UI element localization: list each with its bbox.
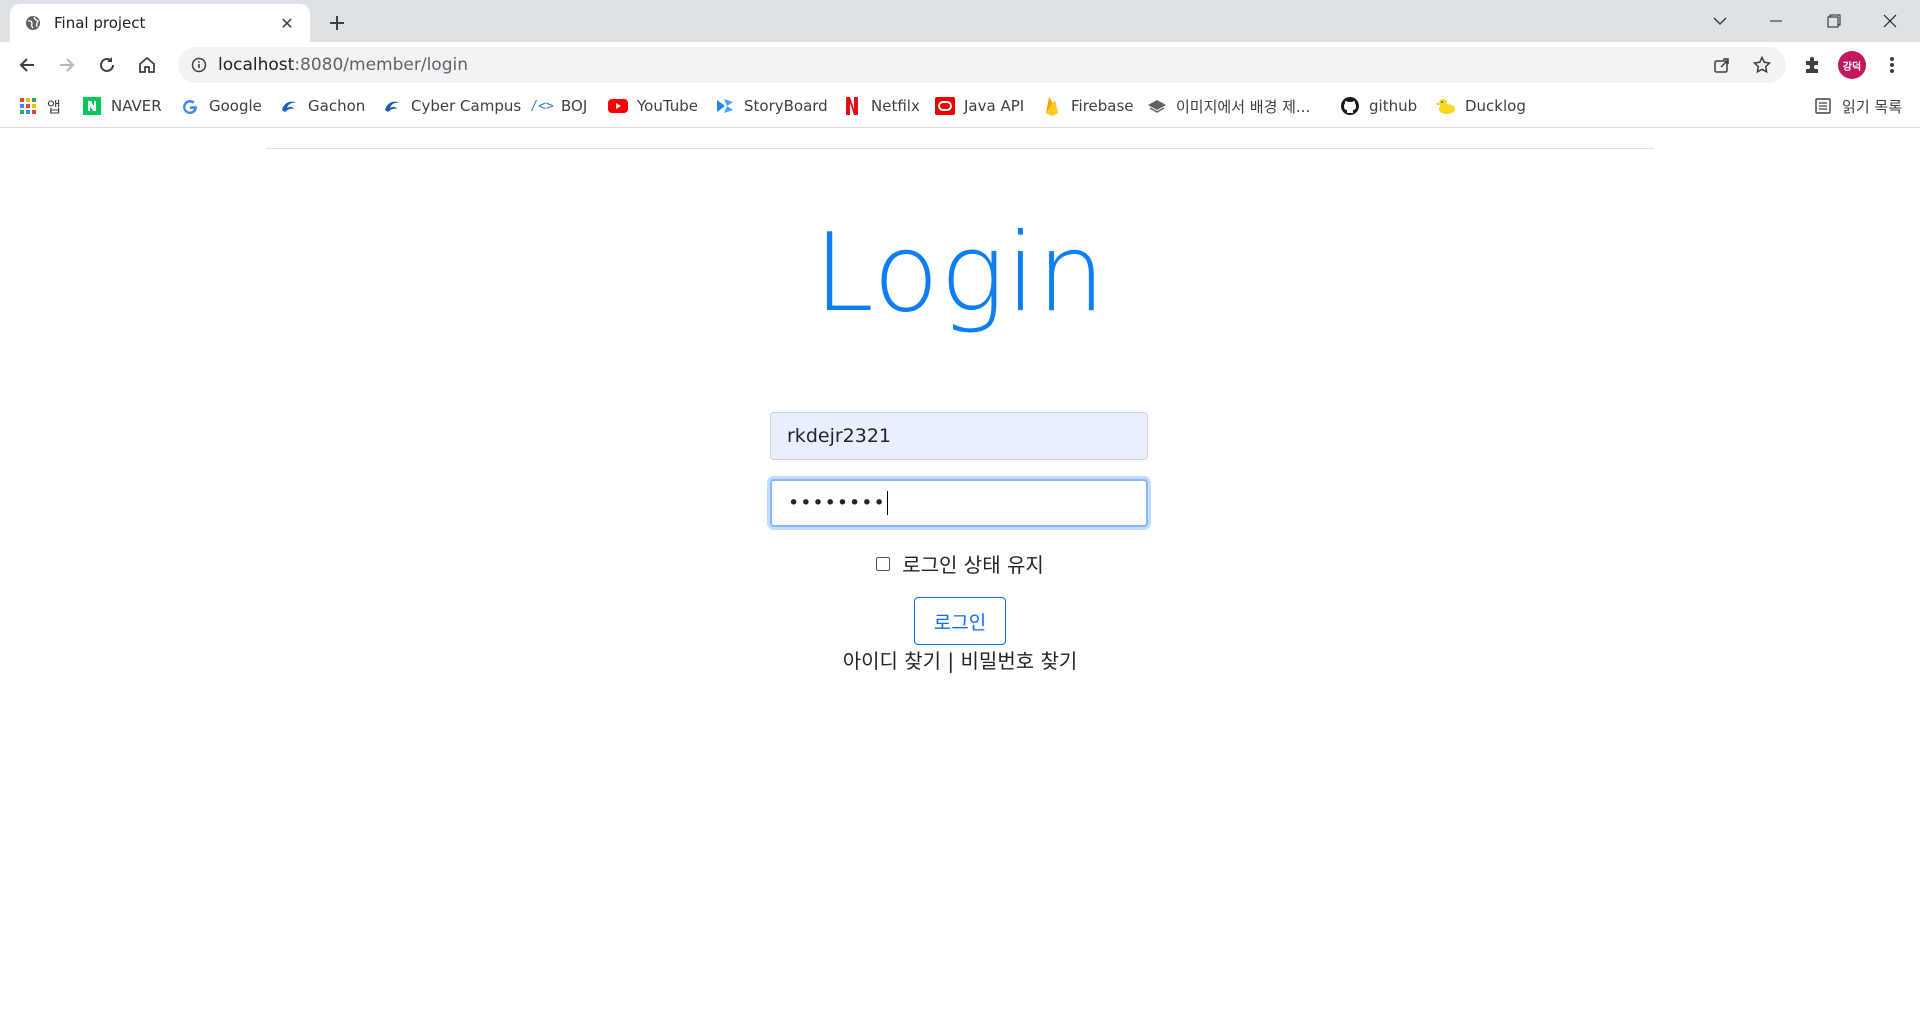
bookmarks-bar: 앱 NAVER Google Gachon Cyber Campus /<> B…	[0, 88, 1920, 128]
plus-icon	[330, 16, 344, 30]
layers-icon	[1147, 96, 1167, 116]
share-icon[interactable]	[1708, 51, 1736, 79]
bookmark-storyboard[interactable]: StoryBoard	[715, 88, 828, 124]
reading-list-label: 읽기 목록	[1842, 97, 1902, 116]
bookmark-label: BOJ	[561, 97, 588, 115]
apps-grid-icon	[18, 96, 38, 116]
remember-me-label[interactable]: 로그인 상태 유지	[902, 549, 1044, 578]
password-input[interactable]: ••••••••	[770, 479, 1148, 527]
bookmark-ducklog[interactable]: Ducklog	[1436, 88, 1526, 124]
browser-tab[interactable]: Final project ✕	[10, 4, 310, 42]
close-icon	[1883, 14, 1897, 28]
forward-button[interactable]	[51, 49, 83, 81]
bookmark-remove-bg[interactable]: 이미지에서 배경 제...	[1147, 88, 1310, 124]
tab-search-button[interactable]	[1692, 0, 1748, 42]
chevron-down-icon	[1713, 17, 1727, 26]
bookmark-label: StoryBoard	[744, 97, 828, 115]
restore-button[interactable]	[1806, 0, 1862, 42]
home-icon	[139, 56, 155, 73]
gachon-icon	[279, 96, 299, 116]
username-input[interactable]: rkdejr2321	[770, 412, 1148, 460]
login-button[interactable]: 로그인	[914, 597, 1006, 645]
bookmark-firebase[interactable]: Firebase	[1042, 88, 1134, 124]
account-recovery-links: 아이디 찾기 | 비밀번호 찾기	[0, 645, 1920, 674]
remember-me-row: 로그인 상태 유지	[0, 549, 1920, 578]
bookmark-netflix[interactable]: Netfilx	[842, 88, 920, 124]
url-host: localhost	[218, 55, 295, 75]
bookmark-label: Java API	[964, 97, 1025, 115]
naver-icon	[82, 96, 102, 116]
bookmark-label: NAVER	[111, 97, 162, 115]
restore-icon	[1827, 14, 1841, 28]
bookmark-label: Netfilx	[871, 97, 920, 115]
duck-icon	[1436, 96, 1456, 116]
page-content: Login rkdejr2321 •••••••• 로그인 상태 유지 로그인 …	[0, 129, 1920, 1030]
back-button[interactable]	[11, 49, 43, 81]
bookmark-boj[interactable]: /<> BOJ	[530, 88, 588, 124]
new-tab-button[interactable]	[322, 9, 352, 37]
bookmark-label: github	[1369, 97, 1418, 115]
netflix-icon	[842, 96, 862, 116]
gachon-icon	[382, 96, 402, 116]
bookmark-label: 이미지에서 배경 제...	[1176, 97, 1311, 116]
globe-icon	[24, 14, 42, 32]
storyboard-icon	[715, 96, 735, 116]
bookmark-youtube[interactable]: YouTube	[608, 88, 698, 124]
puzzle-icon	[1806, 57, 1818, 73]
bookmark-java-api[interactable]: Java API	[935, 88, 1024, 124]
bookmark-label: Gachon	[308, 97, 366, 115]
profile-avatar[interactable]: 강덕	[1838, 51, 1866, 79]
bookmark-google[interactable]: Google	[180, 88, 262, 124]
close-tab-icon[interactable]: ✕	[276, 12, 298, 34]
header-divider	[266, 148, 1654, 149]
browser-toolbar: localhost:8080/member/login 강덕	[0, 42, 1920, 88]
reload-button[interactable]	[91, 49, 123, 81]
youtube-icon	[608, 96, 628, 116]
url-text[interactable]: localhost:8080/member/login	[218, 47, 468, 83]
tab-title: Final project	[54, 14, 146, 32]
bookmark-gachon[interactable]: Gachon	[279, 88, 365, 124]
find-id-link[interactable]: 아이디 찾기	[843, 649, 941, 673]
bookmark-label: Google	[209, 97, 262, 115]
bookmark-github[interactable]: github	[1340, 88, 1417, 124]
find-password-link[interactable]: 비밀번호 찾기	[961, 649, 1078, 673]
browser-menu-button[interactable]	[1876, 49, 1908, 81]
address-bar[interactable]: localhost:8080/member/login	[178, 47, 1786, 83]
reload-icon	[100, 57, 114, 72]
bookmark-label: Cyber Campus	[411, 97, 522, 115]
close-window-button[interactable]	[1862, 0, 1918, 42]
page-title: Login	[813, 211, 1107, 336]
minimize-icon	[1770, 20, 1782, 22]
firebase-icon	[1042, 96, 1062, 116]
bookmark-star-icon[interactable]	[1748, 51, 1776, 79]
bookmark-naver[interactable]: NAVER	[82, 88, 162, 124]
oracle-icon	[935, 96, 955, 116]
arrow-left-icon	[19, 58, 34, 72]
site-info-icon[interactable]	[188, 54, 210, 76]
bookmark-cyber-campus[interactable]: Cyber Campus	[382, 88, 521, 124]
bookmark-label: 앱	[47, 97, 61, 116]
username-value: rkdejr2321	[787, 425, 892, 447]
remember-me-checkbox[interactable]	[876, 556, 891, 571]
text-caret	[886, 491, 888, 515]
arrow-right-icon	[60, 58, 75, 72]
extensions-button[interactable]	[1796, 49, 1828, 81]
bookmark-apps[interactable]: 앱	[18, 88, 61, 124]
code-icon: /<>	[530, 98, 554, 114]
bookmark-label: Firebase	[1071, 97, 1134, 115]
bookmark-label: Ducklog	[1465, 97, 1526, 115]
reading-list-icon	[1813, 96, 1833, 116]
reading-list-button[interactable]: 읽기 목록	[1813, 88, 1902, 124]
minimize-button[interactable]	[1748, 0, 1804, 42]
tab-strip: Final project ✕	[0, 0, 1920, 42]
home-button[interactable]	[131, 49, 163, 81]
google-icon	[180, 96, 200, 116]
bookmark-label: YouTube	[637, 97, 698, 115]
github-icon	[1340, 96, 1360, 116]
link-separator: |	[947, 649, 955, 673]
kebab-menu-icon	[1890, 57, 1894, 73]
url-path: :8080/member/login	[294, 55, 468, 75]
password-value: ••••••••	[788, 492, 886, 514]
